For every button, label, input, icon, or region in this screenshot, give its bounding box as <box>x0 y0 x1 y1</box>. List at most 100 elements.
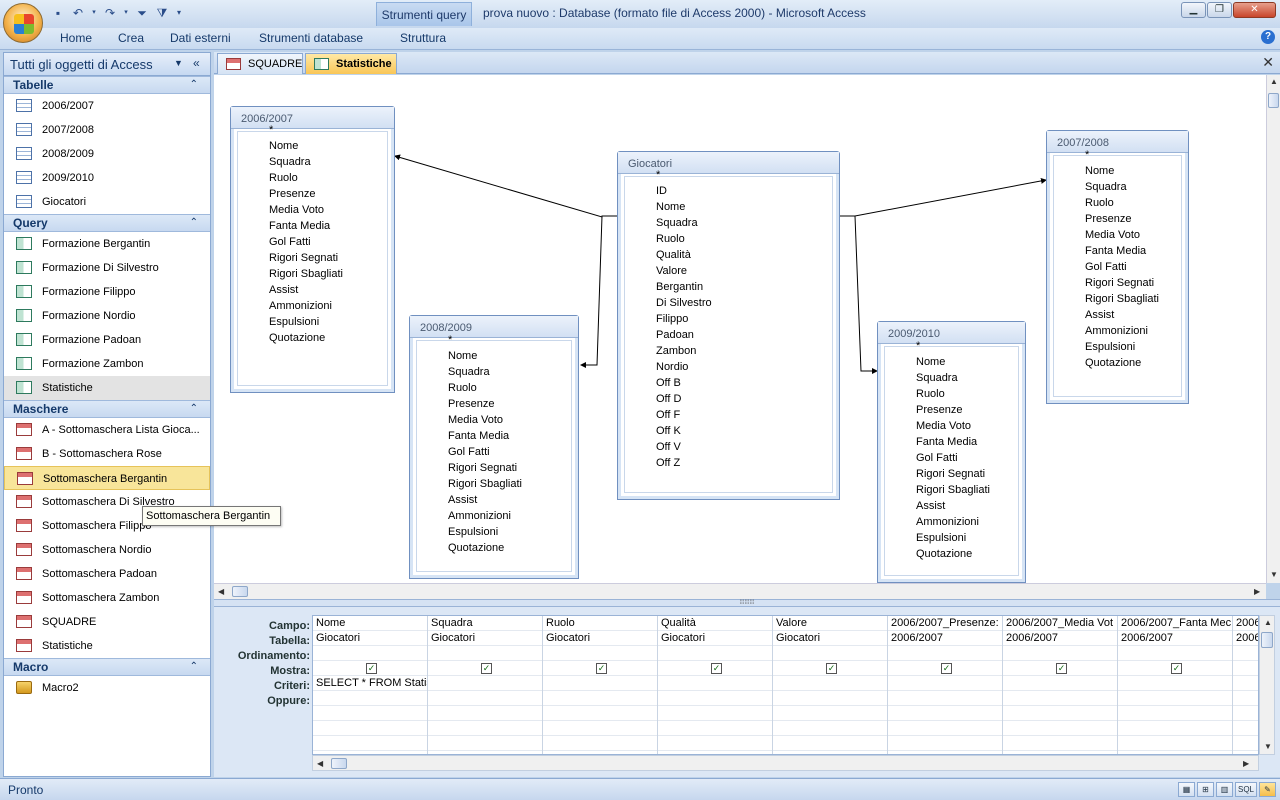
field-item[interactable]: Nome <box>448 350 477 362</box>
collapse-group-icon[interactable]: ⌃ <box>190 401 198 417</box>
field-item[interactable]: Nome <box>656 201 685 213</box>
field-list-title[interactable]: 2009/2010 <box>878 322 1025 344</box>
grid-horizontal-scrollbar[interactable]: ◀ ▶ <box>312 755 1259 771</box>
field-item[interactable]: Assist <box>916 500 945 512</box>
scroll-up-icon[interactable]: ▲ <box>1264 618 1272 627</box>
collapse-group-icon[interactable]: ⌃ <box>190 215 198 231</box>
field-item[interactable]: Off F <box>656 409 680 421</box>
grid-cell-mostra[interactable]: ✓ <box>428 661 542 676</box>
grid-cell-mostra[interactable]: ✓ <box>773 661 887 676</box>
show-checkbox[interactable]: ✓ <box>366 663 377 674</box>
scroll-thumb[interactable] <box>331 758 347 769</box>
grid-cell-mostra[interactable]: ✓ <box>1003 661 1117 676</box>
field-item[interactable]: Off D <box>656 393 681 405</box>
field-item[interactable]: Gol Fatti <box>269 236 311 248</box>
grid-cell-empty[interactable] <box>543 706 657 721</box>
grid-cell-tabella[interactable]: 2006 <box>1233 631 1258 646</box>
field-item[interactable]: Bergantin <box>656 281 703 293</box>
field-item[interactable]: Ruolo <box>656 233 685 245</box>
field-item[interactable]: Padoan <box>656 329 694 341</box>
field-item[interactable]: Ruolo <box>1085 197 1114 209</box>
nav-dropdown-icon[interactable]: ▼ <box>174 58 183 68</box>
scroll-down-icon[interactable]: ▼ <box>1264 742 1272 751</box>
field-list-giocatori[interactable]: Giocatori * ID Nome Squadra Ruolo Qualità Valor… <box>617 151 840 500</box>
field-item[interactable]: * <box>916 340 920 352</box>
grid-cell-mostra[interactable]: ✓ <box>1118 661 1232 676</box>
nav-item[interactable]: Formazione Di Silvestro <box>4 256 210 280</box>
field-item[interactable]: Media Voto <box>1085 229 1140 241</box>
field-item[interactable]: Presenze <box>916 404 962 416</box>
nav-group-query[interactable]: Query ⌃ <box>4 214 210 232</box>
ribbon-tab-strumenti-database[interactable]: Strumenti database <box>259 31 363 45</box>
grid-cell-empty[interactable] <box>543 736 657 751</box>
field-item[interactable]: Ruolo <box>269 172 298 184</box>
field-item[interactable]: Nome <box>1085 165 1114 177</box>
grid-cell-mostra[interactable]: ✓ <box>658 661 772 676</box>
nav-item[interactable]: SQUADRE <box>4 610 210 634</box>
field-item[interactable]: Fanta Media <box>1085 245 1146 257</box>
field-item[interactable]: * <box>448 334 452 346</box>
grid-cell-criteri[interactable] <box>1233 676 1258 691</box>
field-item[interactable]: * <box>1085 149 1089 161</box>
grid-vertical-scrollbar[interactable]: ▲ ▼ <box>1259 615 1275 755</box>
field-item[interactable]: Rigori Segnati <box>1085 277 1154 289</box>
grid-cell-empty[interactable] <box>888 721 1002 736</box>
field-item[interactable]: Presenze <box>448 398 494 410</box>
nav-item[interactable]: Formazione Bergantin <box>4 232 210 256</box>
grid-cell-tabella[interactable]: 2006/2007 <box>1118 631 1232 646</box>
grid-cell-criteri[interactable]: SELECT * FROM Statis <box>313 676 427 691</box>
grid-cell-empty[interactable] <box>1118 721 1232 736</box>
field-item[interactable]: ID <box>656 185 667 197</box>
sql-view-icon[interactable]: SQL <box>1235 782 1257 797</box>
join-line-2009[interactable] <box>840 215 878 374</box>
field-item[interactable]: Nome <box>916 356 945 368</box>
field-item[interactable]: Espulsioni <box>448 526 498 538</box>
grid-cell-tabella[interactable]: Giocatori <box>773 631 887 646</box>
nav-item[interactable]: Sottomaschera Zambon <box>4 586 210 610</box>
query-design-canvas[interactable]: 2006/2007 * Nome Squadra Ruolo Presenze Media … <box>214 75 1266 583</box>
scroll-right-icon[interactable]: ▶ <box>1254 587 1260 596</box>
nav-item[interactable]: Sottomaschera Padoan <box>4 562 210 586</box>
field-list-t2008[interactable]: 2008/2009 * Nome Squadra Ruolo Presenze Media … <box>409 315 579 579</box>
field-item[interactable]: Gol Fatti <box>1085 261 1127 273</box>
undo-dropdown-icon[interactable]: ▾ <box>90 5 98 21</box>
grid-column[interactable]: Ruolo Giocatori ✓ <box>543 616 658 754</box>
grid-cell-campo[interactable]: 2006/2007_Presenze: I <box>888 616 1002 631</box>
redo-icon[interactable]: ↷ <box>102 5 118 21</box>
grid-cell-empty[interactable] <box>888 736 1002 751</box>
grid-cell-criteri[interactable] <box>773 676 887 691</box>
grid-cell-ordinamento[interactable] <box>428 646 542 661</box>
field-item[interactable]: Quotazione <box>448 542 504 554</box>
filter-icon[interactable]: ⏷ <box>134 5 150 21</box>
collapse-group-icon[interactable]: ⌃ <box>190 77 198 93</box>
scroll-down-icon[interactable]: ▼ <box>1270 570 1278 579</box>
nav-item[interactable]: Statistiche <box>4 634 210 658</box>
field-item[interactable]: Off K <box>656 425 681 437</box>
customize-qat-icon[interactable]: ▾ <box>174 5 184 21</box>
field-item[interactable]: Squadra <box>1085 181 1127 193</box>
undo-icon[interactable]: ↶ <box>70 5 86 21</box>
grid-column[interactable]: 2006/2007_Presenze: I 2006/2007 ✓ <box>888 616 1003 754</box>
grid-cell-oppure[interactable] <box>888 691 1002 706</box>
field-item[interactable]: Presenze <box>1085 213 1131 225</box>
field-item[interactable]: Nordio <box>656 361 688 373</box>
grid-cell-campo[interactable]: Valore <box>773 616 887 631</box>
field-item[interactable]: Fanta Media <box>916 436 977 448</box>
grid-column[interactable]: Nome Giocatori ✓ SELECT * FROM Statis <box>313 616 428 754</box>
grid-cell-tabella[interactable]: 2006/2007 <box>1003 631 1117 646</box>
grid-cell-criteri[interactable] <box>888 676 1002 691</box>
grid-cell-tabella[interactable]: 2006/2007 <box>888 631 1002 646</box>
field-item[interactable]: Assist <box>448 494 477 506</box>
collapse-group-icon[interactable]: ⌃ <box>190 659 198 675</box>
field-list-t2006[interactable]: 2006/2007 * Nome Squadra Ruolo Presenze Media … <box>230 106 395 393</box>
grid-cell-empty[interactable] <box>1118 706 1232 721</box>
scroll-right-icon[interactable]: ▶ <box>1243 759 1249 768</box>
grid-cell-criteri[interactable] <box>543 676 657 691</box>
grid-cell-tabella[interactable]: Giocatori <box>313 631 427 646</box>
grid-column[interactable]: Valore Giocatori ✓ <box>773 616 888 754</box>
nav-collapse-icon[interactable]: « <box>193 56 200 70</box>
close-document-icon[interactable]: ✕ <box>1262 54 1274 71</box>
grid-cell-empty[interactable] <box>773 706 887 721</box>
help-icon[interactable]: ? <box>1261 30 1275 44</box>
field-item[interactable]: Presenze <box>269 188 315 200</box>
